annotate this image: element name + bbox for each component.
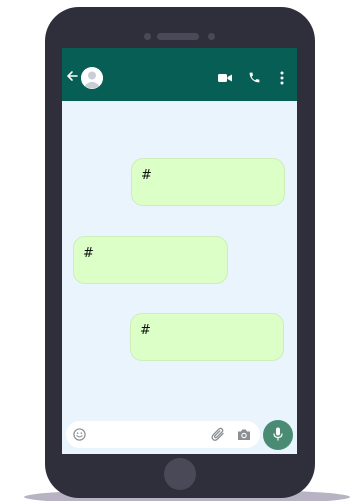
voice-message-button[interactable] [263, 420, 293, 450]
microphone-icon [273, 427, 283, 441]
user-avatar-icon [81, 67, 103, 89]
paperclip-icon[interactable] [211, 427, 225, 442]
message-bubble-outgoing[interactable]: # [130, 313, 284, 361]
phone-icon[interactable] [248, 71, 261, 84]
phone-speaker [157, 33, 199, 40]
message-text: # [140, 323, 151, 338]
chat-screen: # # # [62, 48, 297, 454]
front-camera-dot [144, 33, 151, 40]
message-text: # [141, 168, 152, 183]
smiley-icon[interactable] [73, 428, 86, 441]
home-button[interactable] [164, 458, 196, 490]
vertical-dots-icon[interactable] [280, 71, 284, 85]
contact-avatar[interactable] [81, 67, 103, 89]
arrow-left-icon[interactable] [66, 70, 78, 82]
sensor-dot [208, 33, 215, 40]
message-bubble-incoming[interactable]: # [73, 236, 228, 284]
message-composer [66, 421, 260, 448]
message-text: # [83, 246, 94, 261]
camera-icon[interactable] [237, 428, 251, 441]
message-bubble-outgoing[interactable]: # [131, 158, 285, 206]
video-camera-icon[interactable] [218, 73, 232, 83]
chat-header [62, 48, 297, 101]
message-input[interactable] [92, 425, 200, 444]
